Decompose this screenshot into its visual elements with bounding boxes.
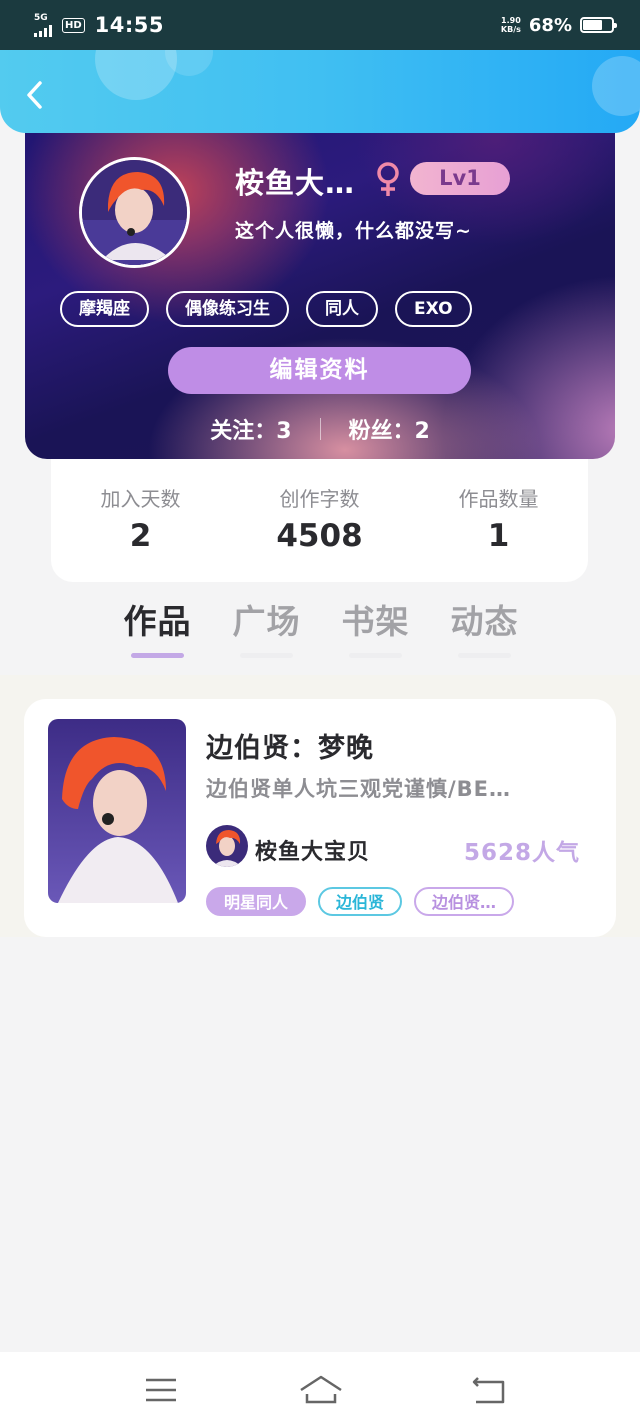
nav-back-button[interactable] <box>470 1372 510 1408</box>
status-right: 1.90 KB/s 68% <box>501 14 617 36</box>
stat-value: 4508 <box>276 518 363 554</box>
avatar-image <box>82 160 187 265</box>
network-type: 5G <box>34 12 48 23</box>
stat-word-count: 创作字数 4508 <box>230 483 409 582</box>
tab-works[interactable]: 作品 <box>103 595 212 658</box>
interest-tag[interactable]: 同人 <box>306 291 378 327</box>
battery-icon <box>580 17 617 33</box>
return-icon <box>472 1377 505 1404</box>
work-tag[interactable]: 边伯贤… <box>414 887 515 916</box>
menu-icon <box>146 1378 176 1402</box>
stat-value: 1 <box>487 518 510 554</box>
status-left: 5G HD 14:55 <box>34 13 164 37</box>
tab-indicator <box>240 653 293 658</box>
work-title: 边伯贤：梦晚 <box>206 733 374 764</box>
tab-label: 广场 <box>232 602 301 641</box>
follow-stats: 关注：3 粉丝：2 <box>25 413 615 445</box>
network-speed: 1.90 KB/s <box>501 16 521 34</box>
stat-label: 加入天数 <box>100 487 181 511</box>
hd-badge: HD <box>62 17 85 33</box>
profile-page: 5G HD 14:55 1.90 KB/s 68% 桉鱼大… Lv1 这个人很懒… <box>0 0 640 1427</box>
battery-percent: 68% <box>528 14 572 36</box>
tab-bookshelf[interactable]: 书架 <box>321 595 430 658</box>
followers-count[interactable]: 粉丝：2 <box>349 413 430 445</box>
system-nav-bar <box>0 1352 640 1427</box>
speed-unit: KB/s <box>500 25 521 34</box>
edit-profile-button[interactable]: 编辑资料 <box>168 347 471 394</box>
stat-value: 2 <box>129 518 152 554</box>
author-avatar-image <box>206 825 248 867</box>
network-indicator: 5G <box>34 12 52 37</box>
profile-card: 桉鱼大… Lv1 这个人很懒，什么都没写~ 摩羯座 偶像练习生 同人 EXO 编… <box>25 100 615 459</box>
popularity-count: 5628人气 <box>463 840 580 866</box>
signal-icon <box>34 23 52 37</box>
top-header <box>0 50 640 133</box>
stat-label: 作品数量 <box>458 487 539 511</box>
interest-tags: 摩羯座 偶像练习生 同人 EXO <box>60 291 472 327</box>
status-bar: 5G HD 14:55 1.90 KB/s 68% <box>0 0 640 50</box>
stat-work-count: 作品数量 1 <box>409 483 588 582</box>
username: 桉鱼大… <box>235 166 356 200</box>
tab-label: 动态 <box>450 602 519 641</box>
avatar[interactable] <box>79 157 190 268</box>
tab-activity[interactable]: 动态 <box>430 595 539 658</box>
tab-label: 作品 <box>123 602 192 641</box>
work-card[interactable]: 边伯贤：梦晚 边伯贤单人坑三观党谨慎/BE… 桉鱼大宝贝 5628人气 明星同人… <box>24 699 616 937</box>
nav-menu-button[interactable] <box>142 1372 182 1408</box>
decorative-bubble <box>592 56 640 116</box>
work-cover <box>48 719 186 903</box>
work-tag[interactable]: 明星同人 <box>206 887 307 916</box>
chevron-left-icon <box>27 81 42 109</box>
bio-text: 这个人很懒，什么都没写~ <box>235 220 472 242</box>
interest-tag[interactable]: 摩羯座 <box>60 291 149 327</box>
speed-value: 1.90 <box>501 16 521 25</box>
female-icon <box>377 162 399 196</box>
level-badge: Lv1 <box>410 162 510 195</box>
tab-indicator <box>131 653 184 658</box>
stat-label: 创作字数 <box>279 487 360 511</box>
clock: 14:55 <box>94 13 165 37</box>
nav-home-button[interactable] <box>298 1372 344 1408</box>
divider <box>319 418 321 440</box>
tab-indicator <box>458 653 511 658</box>
back-button[interactable] <box>18 78 52 112</box>
work-description: 边伯贤单人坑三观党谨慎/BE… <box>206 777 512 801</box>
author-name: 桉鱼大宝贝 <box>255 840 371 865</box>
work-tags: 明星同人 边伯贤 边伯贤… <box>206 887 515 916</box>
battery-fill <box>583 20 603 30</box>
author-avatar <box>206 825 248 867</box>
tab-indicator <box>349 653 402 658</box>
profile-tabs: 作品 广场 书架 动态 <box>103 595 539 658</box>
stats-card: 加入天数 2 创作字数 4508 作品数量 1 <box>51 449 588 582</box>
home-icon <box>300 1375 342 1404</box>
tab-label: 书架 <box>341 602 410 641</box>
stat-days-joined: 加入天数 2 <box>51 483 230 582</box>
cover-image <box>48 719 186 903</box>
following-count[interactable]: 关注：3 <box>210 413 291 445</box>
interest-tag[interactable]: EXO <box>395 291 472 327</box>
work-tag[interactable]: 边伯贤 <box>318 887 403 916</box>
tab-square[interactable]: 广场 <box>212 595 321 658</box>
interest-tag[interactable]: 偶像练习生 <box>166 291 289 327</box>
